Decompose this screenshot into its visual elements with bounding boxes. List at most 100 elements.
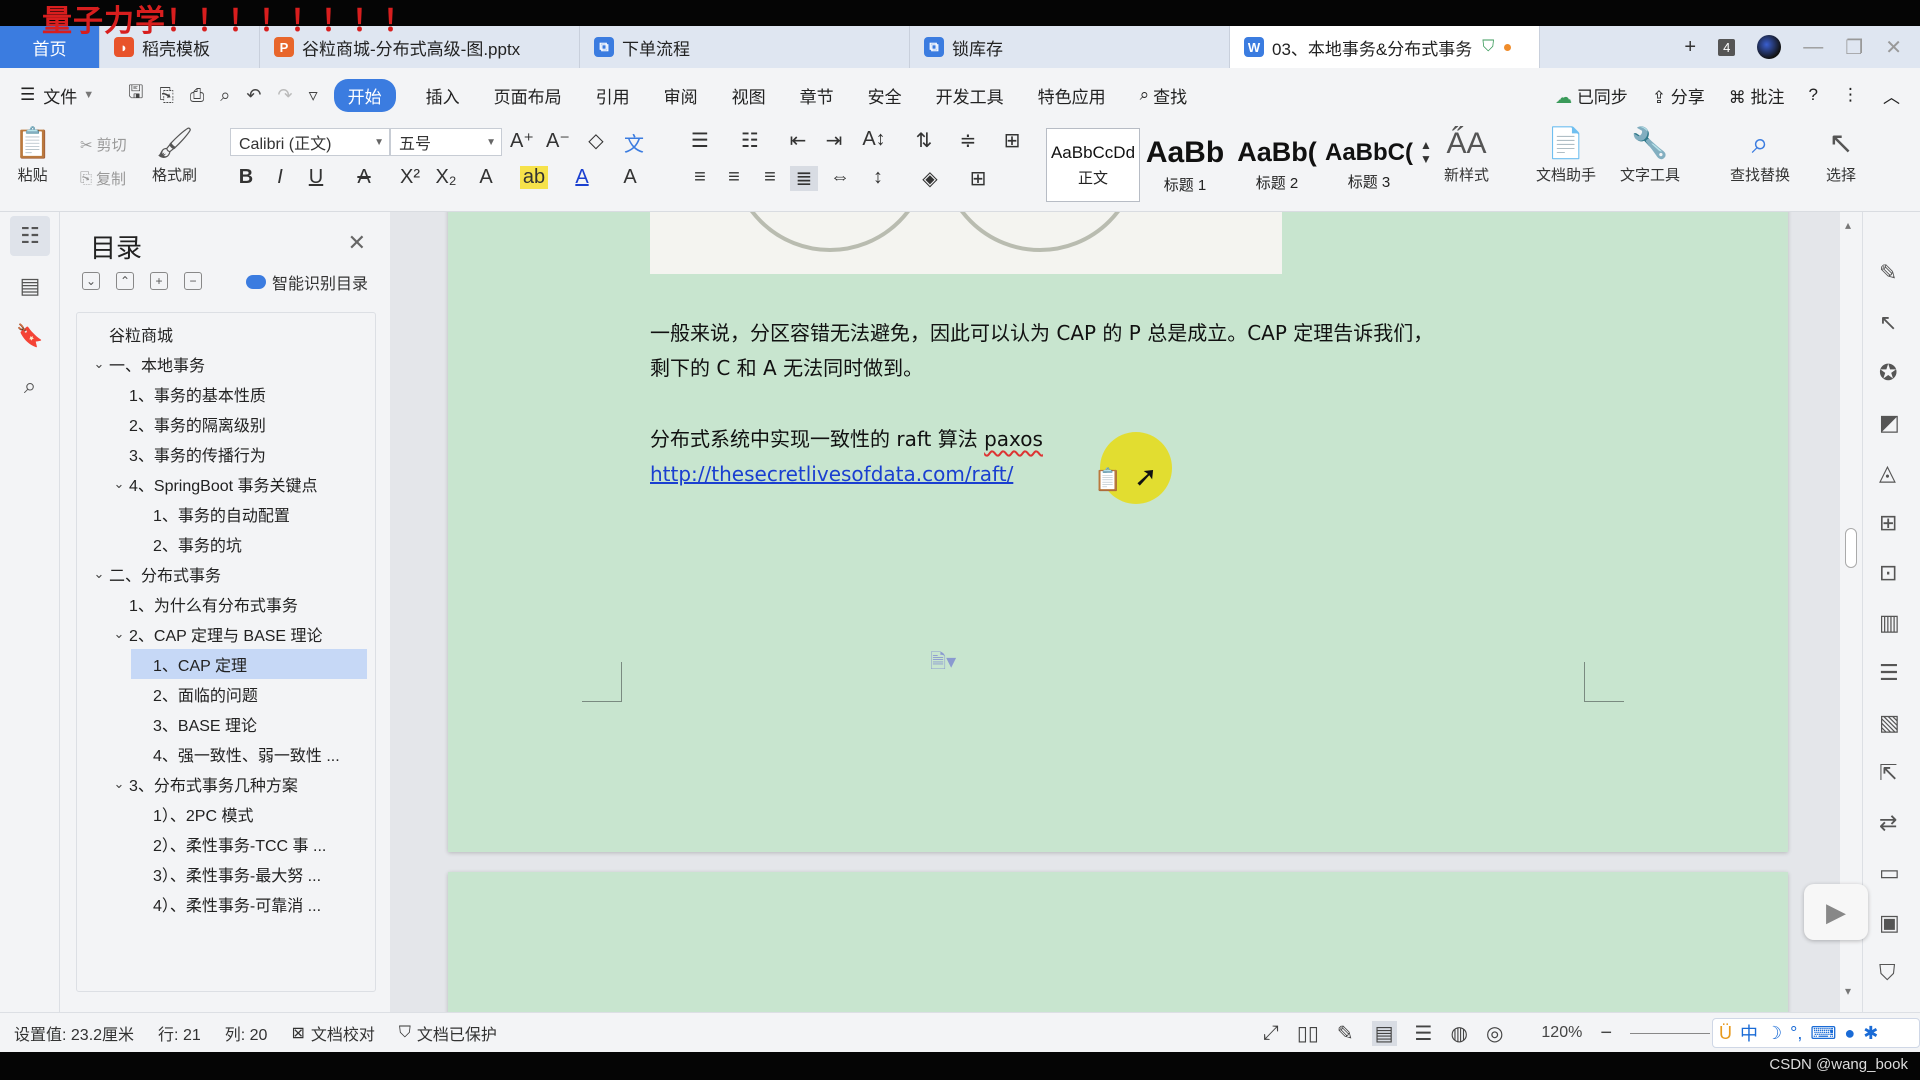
doc-protected-button[interactable]: ⛉ 文档已保护	[399, 1021, 497, 1045]
justify-icon[interactable]: ≣	[790, 166, 818, 191]
comment-button[interactable]: ⌘ 批注	[1729, 83, 1785, 108]
user-icon[interactable]: ●	[1844, 1023, 1855, 1044]
collapse-all-icon[interactable]: ⌄	[82, 272, 100, 290]
paste-button[interactable]: 📋 粘贴	[14, 126, 51, 185]
find-panel-icon[interactable]: ⌕	[10, 366, 50, 406]
italic-icon[interactable]: I	[266, 166, 294, 189]
sync-button[interactable]: ☁ 已同步	[1555, 83, 1628, 108]
toc-item[interactable]: 3、事务的传播行为	[77, 439, 367, 469]
toc-item[interactable]: 4）、柔性事务-可靠消 ...	[77, 889, 367, 919]
scrollbar-thumb[interactable]	[1845, 528, 1857, 568]
toc-item[interactable]: 3、BASE 理论	[77, 709, 367, 739]
select-button[interactable]: ↖ 选择	[1826, 126, 1856, 185]
subscript-icon[interactable]: X₂	[432, 166, 460, 189]
phonetic-icon[interactable]: 文	[620, 128, 648, 157]
undo-icon[interactable]: ↶	[246, 85, 261, 106]
decrease-indent-icon[interactable]: ⇤	[784, 128, 812, 153]
grow-font-icon[interactable]: A⁺	[508, 128, 536, 153]
export-icon[interactable]: ⎘	[159, 85, 173, 106]
outline-view-icon[interactable]: ☰	[1415, 1021, 1433, 1046]
compass-icon[interactable]: ✪	[1879, 360, 1897, 386]
copy-button[interactable]: ⎘ 复制	[80, 168, 126, 189]
toc-item[interactable]: 1、事务的自动配置	[77, 499, 367, 529]
styles-scroll-icon[interactable]: ▲ ▼	[1412, 138, 1440, 166]
toc-item-selected[interactable]: 1、CAP 定理	[131, 649, 367, 679]
bullet-list-icon[interactable]: ☰	[686, 128, 714, 153]
cursor-icon[interactable]: ↖	[1879, 310, 1897, 336]
hyperlink[interactable]: http://thesecretlivesofdata.com/raft/	[650, 462, 1013, 486]
menu-page-layout[interactable]: 页面布局	[494, 83, 562, 108]
minimize-icon[interactable]: —	[1803, 36, 1823, 59]
zoom-level[interactable]: 120%	[1541, 1024, 1582, 1042]
scroll-down-icon[interactable]: ▾	[1845, 984, 1851, 998]
restore-icon[interactable]: ❐	[1845, 35, 1863, 60]
font-color-icon[interactable]: A	[568, 166, 596, 189]
archive-icon[interactable]: ▭	[1879, 860, 1900, 886]
ime-toolbar[interactable]: Ü 中 ☽ °, ⌨ ● ✱	[1712, 1018, 1920, 1048]
more-icon[interactable]: ⋮	[1842, 85, 1859, 105]
toc-item[interactable]: ⌄ 一、本地事务	[77, 349, 367, 379]
embedded-image[interactable]	[650, 212, 1282, 274]
font-name-select[interactable]: Calibri (正文) ▼	[230, 128, 390, 156]
format-painter-button[interactable]: 🖌 格式刷	[152, 126, 197, 185]
web-view-icon[interactable]: ◍	[1450, 1021, 1467, 1046]
translate-icon[interactable]: ⇄	[1879, 810, 1897, 836]
bold-icon[interactable]: B	[232, 166, 260, 189]
chevron-down-icon[interactable]: ⌄	[89, 566, 109, 582]
menu-references[interactable]: 引用	[596, 83, 630, 108]
menu-features[interactable]: 特色应用	[1038, 83, 1106, 108]
fullscreen-icon[interactable]: ⤢	[1263, 1022, 1279, 1045]
bookmark-icon[interactable]: 🔖	[10, 316, 50, 356]
remove-heading-icon[interactable]: −	[184, 272, 202, 290]
doc-assistant-button[interactable]: 📄 文档助手	[1536, 126, 1596, 185]
increase-indent-icon[interactable]: ⇥	[820, 128, 848, 153]
chevron-down-icon[interactable]: ⌄	[109, 626, 129, 642]
style-heading-1[interactable]: AaBb 标题 1	[1138, 128, 1232, 202]
clear-format-icon[interactable]: ◇	[582, 128, 610, 153]
menu-review[interactable]: 审阅	[664, 83, 698, 108]
smart-toc-button[interactable]: 智能识别目录	[246, 270, 368, 294]
menu-dev-tools[interactable]: 开发工具	[936, 83, 1004, 108]
table-icon[interactable]: ⊞	[1879, 510, 1897, 536]
paste-options-icon[interactable]: 📋	[1094, 467, 1121, 493]
zoom-out-icon[interactable]: −	[1600, 1022, 1612, 1045]
text-tools-button[interactable]: 🔧 文字工具	[1620, 126, 1680, 185]
picture-icon[interactable]: ▣	[1879, 910, 1900, 936]
sort-icon[interactable]: ⇅	[910, 128, 938, 153]
print-preview-icon[interactable]: ⌕	[220, 85, 230, 106]
paragraph-line[interactable]: 一般来说，分区容错无法避免，因此可以认为 CAP 的 P 总是成立。CAP 定理…	[650, 316, 1433, 351]
scroll-up-icon[interactable]: ▴	[1845, 218, 1851, 232]
underline-icon[interactable]: U	[302, 166, 330, 189]
tab-order-flow[interactable]: ⧉ 下单流程	[580, 26, 910, 68]
shrink-font-icon[interactable]: A⁻	[544, 128, 572, 153]
doc-proof-button[interactable]: ⊠ 文档校对	[291, 1021, 374, 1045]
toc-item[interactable]: 2、事务的隔离级别	[77, 409, 367, 439]
new-tab-icon[interactable]: +	[1684, 36, 1696, 59]
superscript-icon[interactable]: X²	[396, 166, 424, 189]
paragraph-handle-icon[interactable]: 🗎▾	[930, 647, 956, 681]
punctuation-icon[interactable]: °,	[1790, 1023, 1802, 1044]
toc-item[interactable]: ⌄ 3、分布式事务几种方案	[77, 769, 367, 799]
toc-item[interactable]: 2、面临的问题	[77, 679, 367, 709]
edit-mode-icon[interactable]: ✎	[1337, 1021, 1354, 1046]
style-heading-3[interactable]: AaBbC( 标题 3	[1322, 128, 1416, 202]
keyboard-icon[interactable]: ⌨	[1810, 1023, 1836, 1044]
add-heading-icon[interactable]: +	[150, 272, 168, 290]
toc-item[interactable]: 2）、柔性事务-TCC 事 ...	[77, 829, 367, 859]
char-shading-icon[interactable]: A	[616, 166, 644, 189]
menu-insert[interactable]: 插入	[426, 83, 460, 108]
menu-chapter[interactable]: 章节	[800, 83, 834, 108]
expand-all-icon[interactable]: ⌃	[116, 272, 134, 290]
help-icon[interactable]: ?	[1809, 85, 1818, 105]
text-effect-icon[interactable]: A	[472, 166, 500, 189]
toc-item[interactable]: ⌄ 二、分布式事务	[77, 559, 367, 589]
customize-icon[interactable]: ▿	[309, 85, 318, 106]
toc-item[interactable]: 4、强一致性、弱一致性 ...	[77, 739, 367, 769]
tab-count-badge[interactable]: 4	[1718, 38, 1736, 56]
paragraph-line[interactable]: 分布式系统中实现一致性的 raft 算法 paxos	[650, 422, 1043, 457]
wrench-icon[interactable]: ✱	[1863, 1023, 1878, 1044]
close-icon[interactable]: ✕	[1885, 35, 1902, 60]
grid-icon[interactable]: ⊡	[1879, 560, 1897, 586]
redo-icon[interactable]: ↷	[277, 85, 292, 106]
paragraph-spacing-icon[interactable]: ↕	[864, 166, 892, 189]
